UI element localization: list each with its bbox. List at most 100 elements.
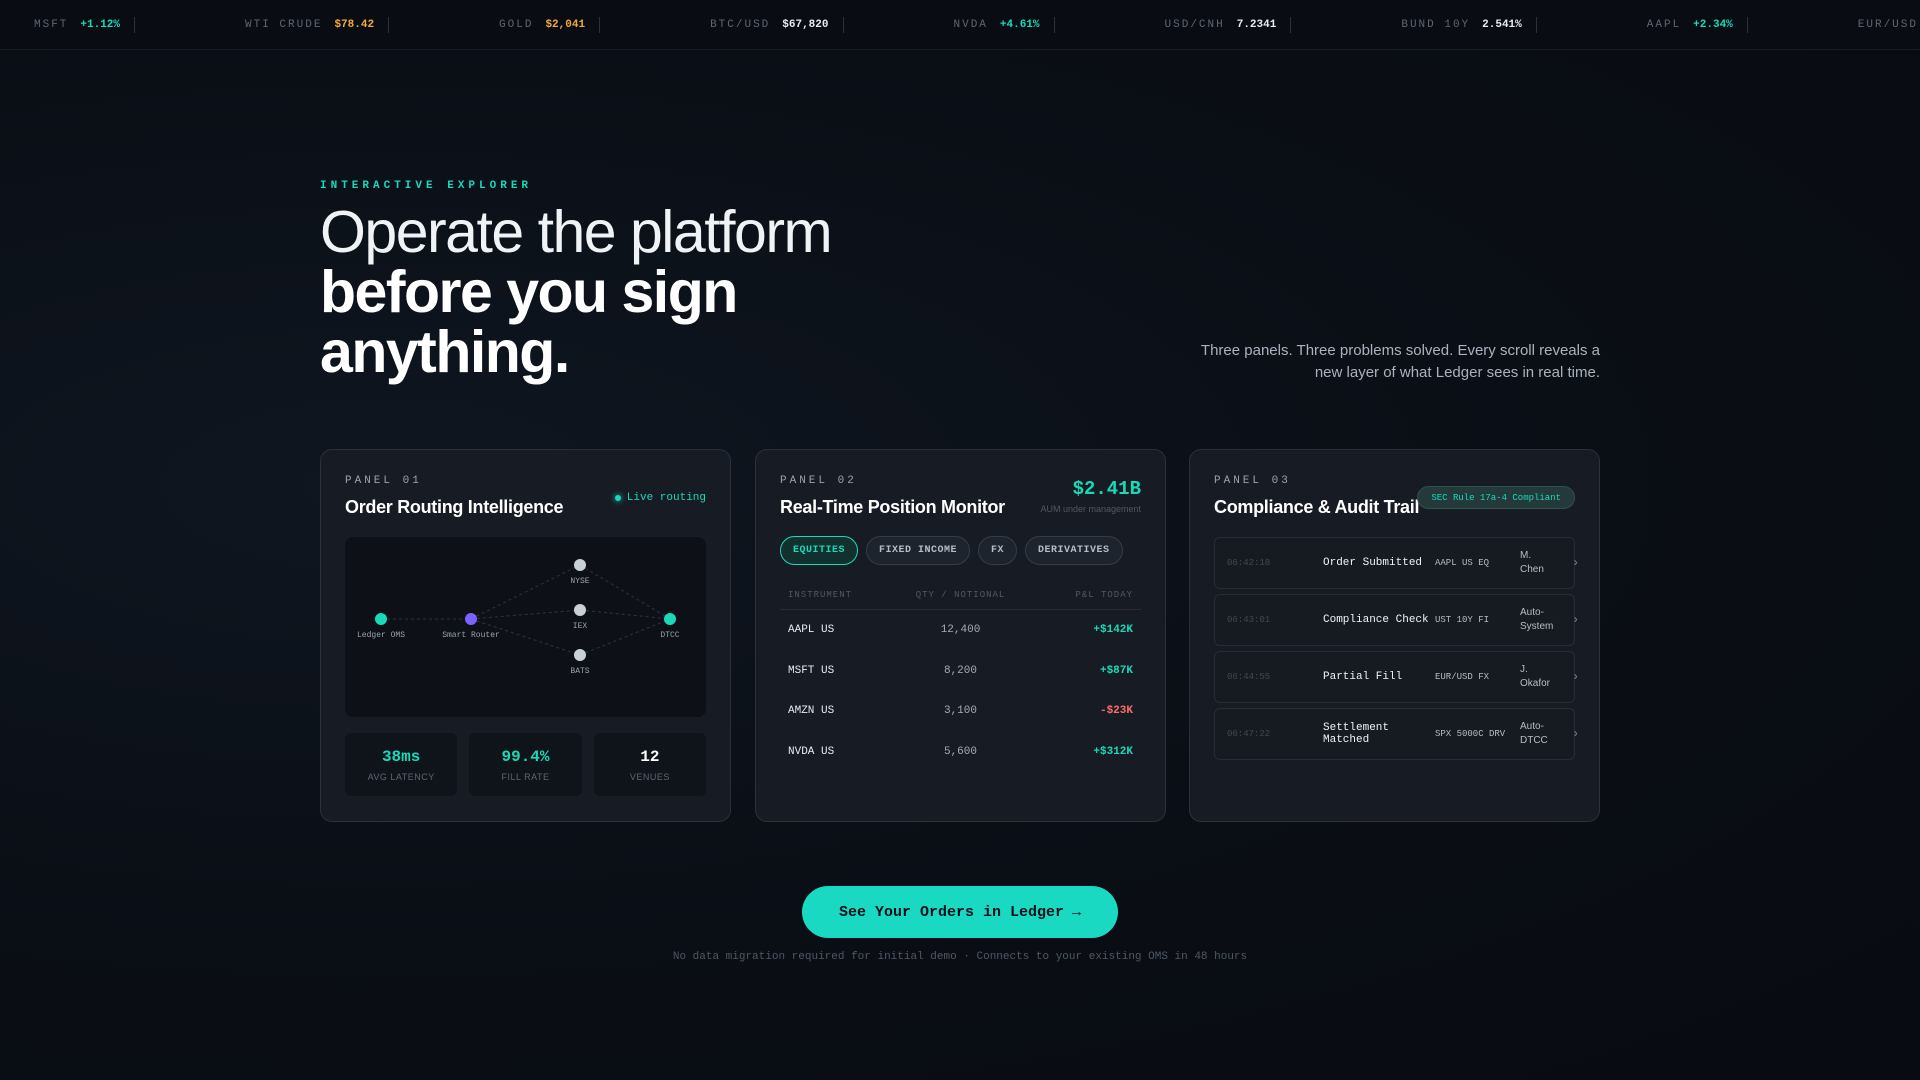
positions-table: INSTRUMENT QTY / NOTIONAL P&L TODAY AAPL… xyxy=(780,580,1141,772)
audit-event: Order Submitted xyxy=(1323,557,1423,569)
cell-qty: 3,100 xyxy=(943,705,977,718)
aum-value: $2.41B xyxy=(1072,478,1141,500)
stat-value: 99.4% xyxy=(501,747,550,766)
ticker-value: 7.2341 xyxy=(1236,18,1277,31)
audit-user: Auto- DTCC xyxy=(1520,720,1572,748)
ticker-value: $78.42 xyxy=(334,18,375,31)
headline-line-3: anything. xyxy=(320,319,570,385)
node-smart-router[interactable] xyxy=(465,613,477,625)
tab-fixed-income[interactable]: FIXED INCOME xyxy=(866,536,971,565)
tab-fx[interactable]: FX xyxy=(978,536,1018,565)
ticker-symbol: EUR/USD xyxy=(1857,18,1918,31)
cell-pnl: +$87K xyxy=(1099,664,1133,677)
audit-row[interactable]: 06:43:01 Compliance Check UST 10Y FI Aut… xyxy=(1214,594,1579,646)
tab-equities[interactable]: EQUITIES xyxy=(780,536,859,565)
page-headline: Operate the platform before you sign any… xyxy=(320,202,940,382)
audit-user-line-1: Auto- xyxy=(1520,721,1544,732)
audit-row[interactable]: 06:42:18 Order Submitted AAPL US EQ M. Ch… xyxy=(1214,537,1579,589)
live-routing-label: Live routing xyxy=(626,492,706,504)
stat-value: 38ms xyxy=(381,747,421,766)
edge-iex-dtcc xyxy=(579,609,671,620)
table-row[interactable]: MSFT US 8,200 +$87K xyxy=(780,651,1141,692)
audit-user-line-1: J. xyxy=(1520,664,1528,675)
panel-position-monitor[interactable]: PANEL 02 Real-Time Position Monitor $2.4… xyxy=(755,449,1166,822)
audit-user-line-2: System xyxy=(1520,621,1554,632)
audit-row[interactable]: 06:47:22 Settlement Matched SPX 5000C DR… xyxy=(1214,708,1579,760)
arrow-right-icon: → xyxy=(1072,903,1082,921)
audit-instrument: AAPL US EQ xyxy=(1435,558,1490,568)
node-ledger-oms[interactable] xyxy=(375,613,387,625)
panel-compliance-audit[interactable]: PANEL 03 Compliance & Audit Trail SEC Ru… xyxy=(1189,449,1600,822)
headline-line-2: before you sign xyxy=(320,259,738,325)
panel-order-routing[interactable]: PANEL 01 Order Routing Intelligence Live… xyxy=(320,449,731,822)
asset-class-tabs: EQUITIES FIXED INCOME FX DERIVATIVES xyxy=(780,536,1123,565)
ticker-symbol: WTI CRUDE xyxy=(245,18,323,31)
cta-label: See Your Orders in Ledger xyxy=(838,903,1065,921)
ticker-symbol: BUND 10Y xyxy=(1401,18,1471,31)
stat-label: FILL RATE xyxy=(501,771,550,782)
node-label-nyse: NYSE xyxy=(570,577,589,586)
audit-user-line-2: Chen xyxy=(1520,564,1544,575)
cell-instrument: MSFT US xyxy=(788,664,835,677)
cell-instrument: AAPL US xyxy=(788,624,835,637)
stat-value: 12 xyxy=(640,747,660,766)
audit-row[interactable]: 06:44:55 Partial Fill EUR/USD FX J. Okafo… xyxy=(1214,651,1579,703)
audit-user-line-1: M. xyxy=(1520,550,1532,561)
live-routing-indicator: Live routing xyxy=(614,492,706,504)
ticker-symbol: BTC/USD xyxy=(710,18,771,31)
cell-pnl: -$23K xyxy=(1099,705,1133,718)
edge-router-nyse xyxy=(470,564,581,620)
cell-instrument: NVDA US xyxy=(788,745,835,758)
stat-venues: 12 VENUES xyxy=(593,733,706,796)
ticker-item: EUR/USD1.08 xyxy=(1858,17,1920,33)
stat-label: AVG LATENCY xyxy=(367,771,435,782)
ticker-value: +4.61% xyxy=(999,18,1040,31)
table-header: INSTRUMENT QTY / NOTIONAL P&L TODAY xyxy=(780,580,1141,610)
market-ticker: MSFT +1.12% WTI CRUDE $78.42 GOLD $2,041 BTC/U… xyxy=(0,0,1920,50)
audit-time: 06:42:18 xyxy=(1227,558,1271,568)
see-orders-button[interactable]: See Your Orders in Ledger → xyxy=(802,886,1118,938)
cell-instrument: AMZN US xyxy=(788,705,835,718)
cell-pnl: +$142K xyxy=(1093,624,1133,637)
cta-footnote: No data migration required for initial d… xyxy=(672,951,1248,963)
audit-user: M. Chen xyxy=(1520,549,1572,577)
ticker-value: +1.12% xyxy=(80,18,121,31)
audit-event: Compliance Check xyxy=(1323,614,1429,626)
routing-stats: 38ms AVG LATENCY 99.4% FILL RATE 12 VENU… xyxy=(345,733,706,796)
audit-user: J. Okafor xyxy=(1520,663,1572,691)
compliance-badge: SEC Rule 17a-4 Compliant xyxy=(1417,486,1575,509)
chevron-right-icon[interactable]: › xyxy=(1572,556,1588,570)
table-row[interactable]: AAPL US 12,400 +$142K xyxy=(780,610,1141,651)
audit-time: 06:47:22 xyxy=(1227,729,1271,739)
node-label-router: Smart Router xyxy=(442,631,500,640)
node-label-dtcc: DTCC xyxy=(660,631,679,640)
cell-qty: 5,600 xyxy=(943,745,977,758)
node-iex[interactable] xyxy=(574,604,586,616)
node-dtcc[interactable] xyxy=(664,613,676,625)
stat-fill-rate: 99.4% FILL RATE xyxy=(469,733,582,796)
audit-time: 06:44:55 xyxy=(1227,672,1271,682)
tab-derivatives[interactable]: DERIVATIVES xyxy=(1025,536,1123,565)
headline-line-1: Operate the platform xyxy=(320,199,833,265)
section-eyebrow: INTERACTIVE EXPLORER xyxy=(320,180,533,192)
routing-diagram[interactable]: Ledger OMS Smart Router NYSE IEX BATS DT… xyxy=(345,537,706,717)
edge-bats-dtcc xyxy=(579,618,671,656)
cell-qty: 12,400 xyxy=(940,624,981,637)
table-row[interactable]: NVDA US 5,600 +$312K xyxy=(780,732,1141,773)
column-header-instrument: INSTRUMENT xyxy=(788,589,853,600)
table-row[interactable]: AMZN US 3,100 -$23K xyxy=(780,691,1141,732)
node-bats[interactable] xyxy=(574,649,586,661)
chevron-right-icon[interactable]: › xyxy=(1572,613,1588,627)
chevron-right-icon[interactable]: › xyxy=(1572,670,1588,684)
aum-label: AUM under management xyxy=(1040,504,1141,514)
audit-event: Settlement Matched xyxy=(1323,722,1390,746)
ticker-value: $67,820 xyxy=(782,18,829,31)
chevron-right-icon[interactable]: › xyxy=(1572,727,1588,741)
ticker-symbol: USD/CNH xyxy=(1164,18,1225,31)
aum-summary: $2.41B AUM under management xyxy=(1040,478,1141,514)
audit-instrument: EUR/USD FX xyxy=(1435,672,1490,682)
node-label-iex: IEX xyxy=(573,622,588,631)
node-nyse[interactable] xyxy=(574,559,586,571)
ticker-item: BUND 10Y 2.541% xyxy=(1401,16,1537,33)
cell-pnl: +$312K xyxy=(1093,745,1133,758)
